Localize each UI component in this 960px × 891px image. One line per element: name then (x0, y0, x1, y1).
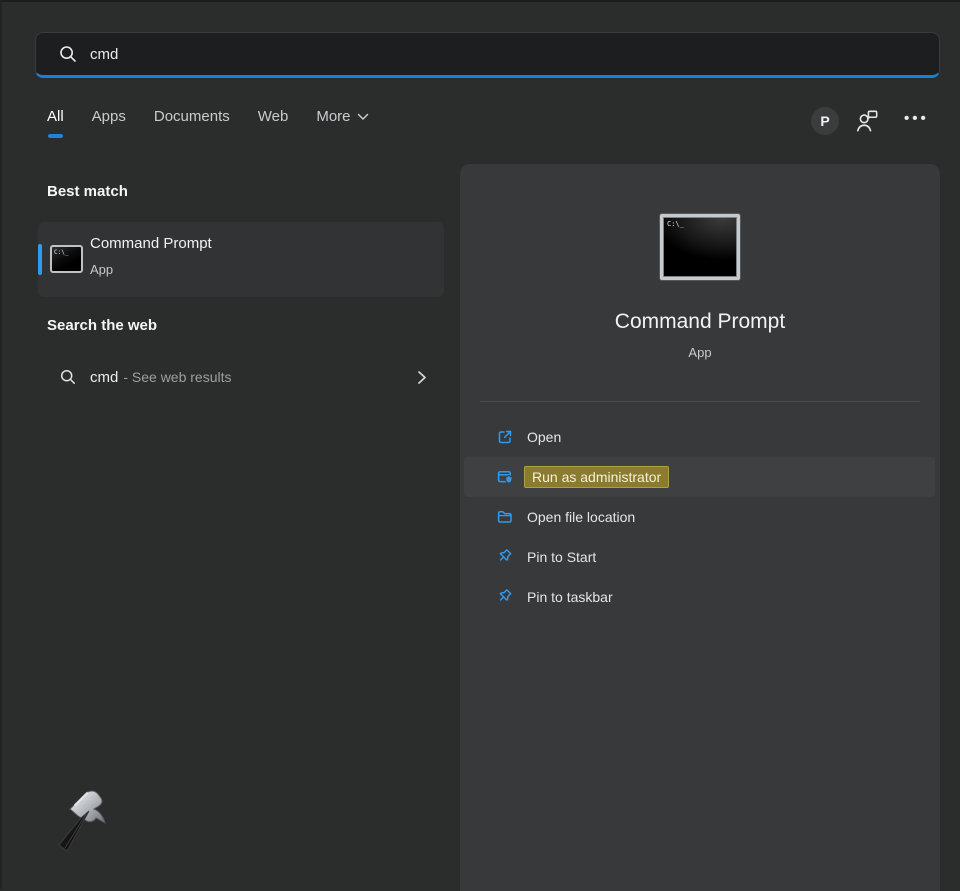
chevron-down-icon (357, 113, 369, 121)
best-match-heading: Best match (47, 183, 128, 200)
tab-documents[interactable]: Documents (154, 108, 230, 138)
tab-documents-label: Documents (154, 108, 230, 125)
avatar-letter: P (820, 113, 829, 129)
preview-app-title: Command Prompt (460, 310, 940, 334)
divider (480, 401, 920, 402)
chevron-right-icon (413, 369, 430, 386)
action-run-as-administrator-label: Run as administrator (524, 466, 669, 488)
pushpin-icon (496, 588, 514, 606)
search-icon (58, 44, 78, 64)
search-bar[interactable] (35, 32, 940, 78)
tab-more[interactable]: More (316, 108, 368, 138)
best-match-result[interactable]: C:\_ Command Prompt App (38, 222, 444, 297)
tab-apps[interactable]: Apps (92, 108, 126, 138)
user-avatar[interactable]: P (811, 107, 839, 135)
pushpin-icon (496, 548, 514, 566)
search-filter-tabs: All Apps Documents Web More (47, 108, 369, 138)
person-chat-icon[interactable] (854, 108, 880, 134)
search-input[interactable] (90, 46, 890, 63)
selection-accent-bar (38, 244, 42, 275)
preview-app-subtitle: App (460, 345, 940, 360)
window-shield-icon (496, 468, 514, 486)
action-open[interactable]: Open (460, 417, 940, 457)
web-result-suffix: - See web results (123, 369, 231, 385)
action-pin-to-taskbar[interactable]: Pin to taskbar (460, 577, 940, 617)
action-open-file-location[interactable]: Open file location (460, 497, 940, 537)
ellipsis-icon[interactable]: ••• (904, 110, 929, 127)
action-list: Open Run as administrator Open file loca… (460, 417, 940, 617)
tab-all-label: All (47, 108, 64, 125)
tab-apps-label: Apps (92, 108, 126, 125)
action-open-file-location-label: Open file location (527, 509, 635, 525)
command-prompt-icon-large: C:\_ (660, 214, 740, 280)
tab-more-label: More (316, 108, 350, 125)
web-search-result[interactable]: cmd - See web results (38, 354, 444, 400)
action-open-label: Open (527, 429, 561, 445)
action-pin-to-taskbar-label: Pin to taskbar (527, 589, 613, 605)
external-link-icon (496, 428, 514, 446)
web-result-query: cmd (90, 369, 118, 386)
search-icon (59, 368, 77, 386)
folder-icon (496, 508, 514, 526)
hammer-icon (36, 778, 120, 862)
search-the-web-heading: Search the web (47, 317, 157, 334)
tab-web-label: Web (258, 108, 289, 125)
search-window: All Apps Documents Web More P ••• Best m… (0, 0, 960, 889)
action-run-as-administrator[interactable]: Run as administrator (464, 457, 935, 497)
best-match-title: Command Prompt (90, 235, 212, 252)
command-prompt-icon: C:\_ (50, 245, 83, 273)
best-match-subtitle: App (90, 262, 113, 277)
preview-panel: C:\_ Command Prompt App Open Run as admi (460, 164, 940, 891)
action-pin-to-start-label: Pin to Start (527, 549, 596, 565)
tab-web[interactable]: Web (258, 108, 289, 138)
tab-all[interactable]: All (47, 108, 64, 138)
action-pin-to-start[interactable]: Pin to Start (460, 537, 940, 577)
